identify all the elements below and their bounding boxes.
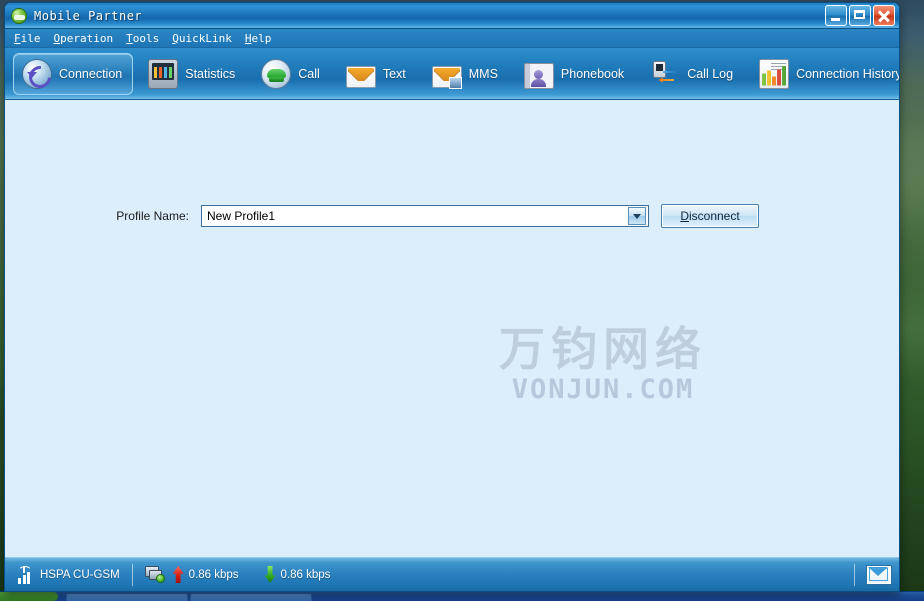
profile-name-label: Profile Name: <box>116 209 189 223</box>
mobile-partner-window: Mobile Partner File Operation Tools Quic… <box>4 2 900 592</box>
watermark-chinese: 万钧网络 <box>499 322 707 376</box>
close-button[interactable] <box>873 5 895 26</box>
arrow-up-icon <box>172 566 184 583</box>
main-toolbar: Connection Statistics Call Text MMS Phon… <box>5 48 899 100</box>
toolbar-button-call[interactable]: Call <box>252 53 331 95</box>
toolbar-button-connection-history[interactable]: Connection History <box>750 53 900 95</box>
start-button[interactable] <box>0 592 58 601</box>
address-book-icon <box>523 62 554 89</box>
envelope-photo-icon <box>431 65 462 89</box>
app-globe-icon <box>11 7 27 24</box>
menu-item-operation[interactable]: Operation <box>54 32 114 45</box>
toolbar-label-mms: MMS <box>468 66 498 81</box>
window-controls <box>825 5 895 26</box>
connection-panel: Profile Name: New Profile1 Disconnect 万钧… <box>5 100 899 557</box>
minimize-button[interactable] <box>825 5 847 26</box>
chevron-down-icon[interactable] <box>628 207 646 225</box>
upload-rate-text: 0.86 kbps <box>188 568 239 581</box>
toolbar-label-text: Text <box>382 66 406 81</box>
status-bar: HSPA CU-GSM 0.86 kbps 0.86 kbps <box>5 557 899 591</box>
taskbar-item[interactable] <box>190 593 312 601</box>
toolbar-button-statistics[interactable]: Statistics <box>139 53 246 95</box>
connection-refresh-icon <box>22 58 52 89</box>
toolbar-button-call-log[interactable]: Call Log <box>641 53 744 95</box>
disconnect-button[interactable]: Disconnect <box>661 204 759 228</box>
download-rate-text: 0.86 kbps <box>280 568 331 581</box>
toolbar-label-phonebook: Phonebook <box>560 66 625 81</box>
mail-icon[interactable] <box>867 565 891 584</box>
watermark-latin: VONJUN.COM <box>511 374 695 406</box>
signal-strength-icon <box>17 565 32 584</box>
status-divider <box>854 563 855 586</box>
arrow-down-icon <box>264 566 276 583</box>
disconnect-label: isconnect <box>688 209 740 223</box>
maximize-button[interactable] <box>849 5 871 26</box>
telephone-icon <box>261 58 292 89</box>
toolbar-label-call: Call <box>298 66 320 81</box>
menu-bar: File Operation Tools QuickLink Help <box>5 29 899 48</box>
toolbar-label-statistics: Statistics <box>185 66 236 81</box>
toolbar-label-connection-history: Connection History <box>796 66 900 81</box>
menu-item-tools[interactable]: Tools <box>126 32 159 45</box>
status-divider <box>131 563 133 586</box>
toolbar-button-connection[interactable]: Connection <box>13 52 134 95</box>
status-right-group <box>842 563 891 586</box>
menu-item-help[interactable]: Help <box>245 32 272 45</box>
taskbar-item[interactable] <box>66 593 188 601</box>
network-status-text: HSPA CU-GSM <box>40 568 120 581</box>
windows-taskbar[interactable] <box>0 591 924 601</box>
statistics-monitor-icon <box>148 58 179 89</box>
menu-item-file[interactable]: File <box>14 32 41 45</box>
network-connected-icon <box>144 566 165 583</box>
profile-name-value[interactable]: New Profile1 <box>202 209 628 223</box>
watermark: 万钧网络 VONJUN.COM <box>483 322 723 406</box>
toolbar-button-mms[interactable]: MMS <box>423 53 509 95</box>
call-log-icon <box>650 59 680 89</box>
disconnect-accel: D <box>680 209 689 223</box>
window-title: Mobile Partner <box>34 8 143 23</box>
title-bar[interactable]: Mobile Partner <box>5 3 899 29</box>
bar-chart-history-icon <box>759 58 790 89</box>
toolbar-label-call-log: Call Log <box>687 66 734 81</box>
envelope-icon <box>345 65 376 88</box>
menu-item-quicklink[interactable]: QuickLink <box>172 32 232 45</box>
toolbar-button-text[interactable]: Text <box>337 53 417 95</box>
profile-row: Profile Name: New Profile1 Disconnect <box>5 204 899 228</box>
profile-name-combobox[interactable]: New Profile1 <box>201 205 649 227</box>
toolbar-label-connection: Connection <box>59 66 123 81</box>
toolbar-button-phonebook[interactable]: Phonebook <box>515 53 635 95</box>
